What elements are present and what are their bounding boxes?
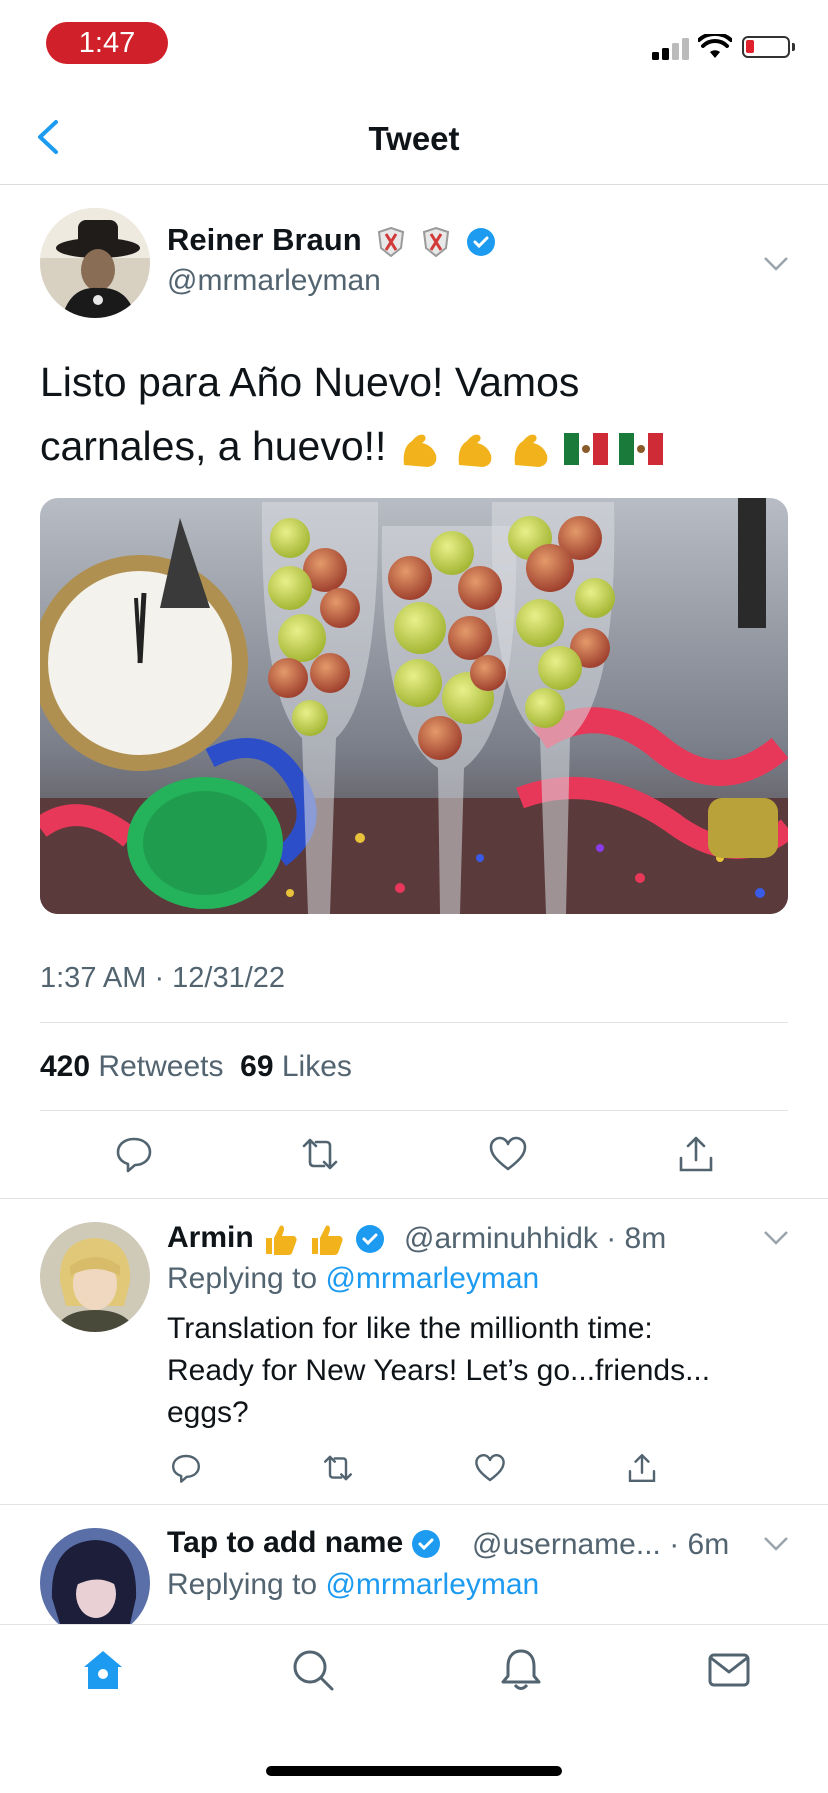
retweet-icon[interactable] bbox=[322, 1452, 354, 1484]
verified-badge-icon bbox=[355, 1225, 384, 1253]
reply-meta: @arminuhhidk · 8m bbox=[404, 1222, 667, 1255]
tweet-image[interactable] bbox=[40, 498, 788, 914]
reply-icon[interactable] bbox=[114, 1134, 154, 1174]
navigation-bar: Tweet bbox=[0, 90, 828, 185]
like-icon[interactable] bbox=[488, 1134, 528, 1174]
reply-avatar[interactable] bbox=[40, 1528, 150, 1638]
tweet-text: Listo para Año Nuevo! Vamos carnales, a … bbox=[40, 350, 760, 478]
flexed-biceps-emoji-icon bbox=[458, 434, 492, 468]
thumbs-up-emoji-icon bbox=[312, 1225, 344, 1255]
divider bbox=[40, 1022, 788, 1023]
author-avatar[interactable] bbox=[40, 208, 150, 318]
shield-emoji-icon bbox=[378, 226, 405, 258]
share-icon[interactable] bbox=[676, 1134, 716, 1174]
mexico-flag-emoji-icon bbox=[619, 433, 664, 466]
author-handle[interactable]: @mrmarleyman bbox=[167, 264, 381, 298]
reply-avatar[interactable] bbox=[40, 1222, 150, 1332]
like-icon[interactable] bbox=[474, 1452, 506, 1484]
verified-badge-icon bbox=[466, 227, 495, 256]
wifi-icon bbox=[698, 34, 732, 58]
chevron-down-icon[interactable] bbox=[763, 1536, 789, 1552]
replying-to: Replying to @mrmarleyman bbox=[167, 1568, 540, 1601]
page-title: Tweet bbox=[368, 120, 460, 157]
share-icon[interactable] bbox=[626, 1452, 658, 1484]
likes-stat[interactable]: 69 Likes bbox=[240, 1050, 352, 1083]
divider bbox=[0, 1504, 828, 1505]
messages-icon[interactable] bbox=[706, 1647, 752, 1693]
tweet-timestamp: 1:37 AM · 12/31/22 bbox=[40, 962, 286, 994]
chevron-down-icon[interactable] bbox=[763, 1230, 789, 1246]
flexed-biceps-emoji-icon bbox=[403, 434, 437, 468]
shield-emoji-icon bbox=[422, 226, 450, 258]
flexed-biceps-emoji-icon bbox=[514, 434, 548, 468]
search-icon[interactable] bbox=[290, 1647, 336, 1693]
reply-meta: @username... · 6m bbox=[472, 1528, 730, 1561]
cellular-signal-icon bbox=[652, 36, 692, 60]
chevron-down-icon[interactable] bbox=[763, 256, 789, 272]
tweet-stats: 420 Retweets 69 Likes bbox=[40, 1050, 352, 1084]
reply-text: Translation for like the millionth time:… bbox=[167, 1312, 711, 1429]
reply-author-name[interactable]: Tap to add name bbox=[167, 1526, 441, 1560]
verified-badge-icon bbox=[412, 1530, 441, 1559]
author-name[interactable]: Reiner Braun bbox=[167, 222, 496, 258]
status-bar: 1:47 bbox=[0, 0, 828, 90]
divider bbox=[40, 1110, 788, 1111]
home-indicator[interactable] bbox=[266, 1766, 562, 1776]
battery-icon bbox=[742, 36, 795, 58]
mexico-flag-emoji-icon bbox=[564, 433, 609, 466]
reply-author-name[interactable]: Armin bbox=[167, 1220, 385, 1258]
retweet-icon[interactable] bbox=[300, 1134, 340, 1174]
home-icon[interactable] bbox=[80, 1647, 126, 1693]
reply-icon[interactable] bbox=[170, 1452, 202, 1484]
divider bbox=[0, 1198, 828, 1199]
retweets-stat[interactable]: 420 Retweets bbox=[40, 1050, 223, 1083]
thumbs-up-emoji-icon bbox=[266, 1225, 297, 1255]
notifications-icon[interactable] bbox=[498, 1647, 544, 1693]
status-time: 1:47 bbox=[46, 22, 168, 64]
replying-to: Replying to @mrmarleyman bbox=[167, 1262, 540, 1295]
